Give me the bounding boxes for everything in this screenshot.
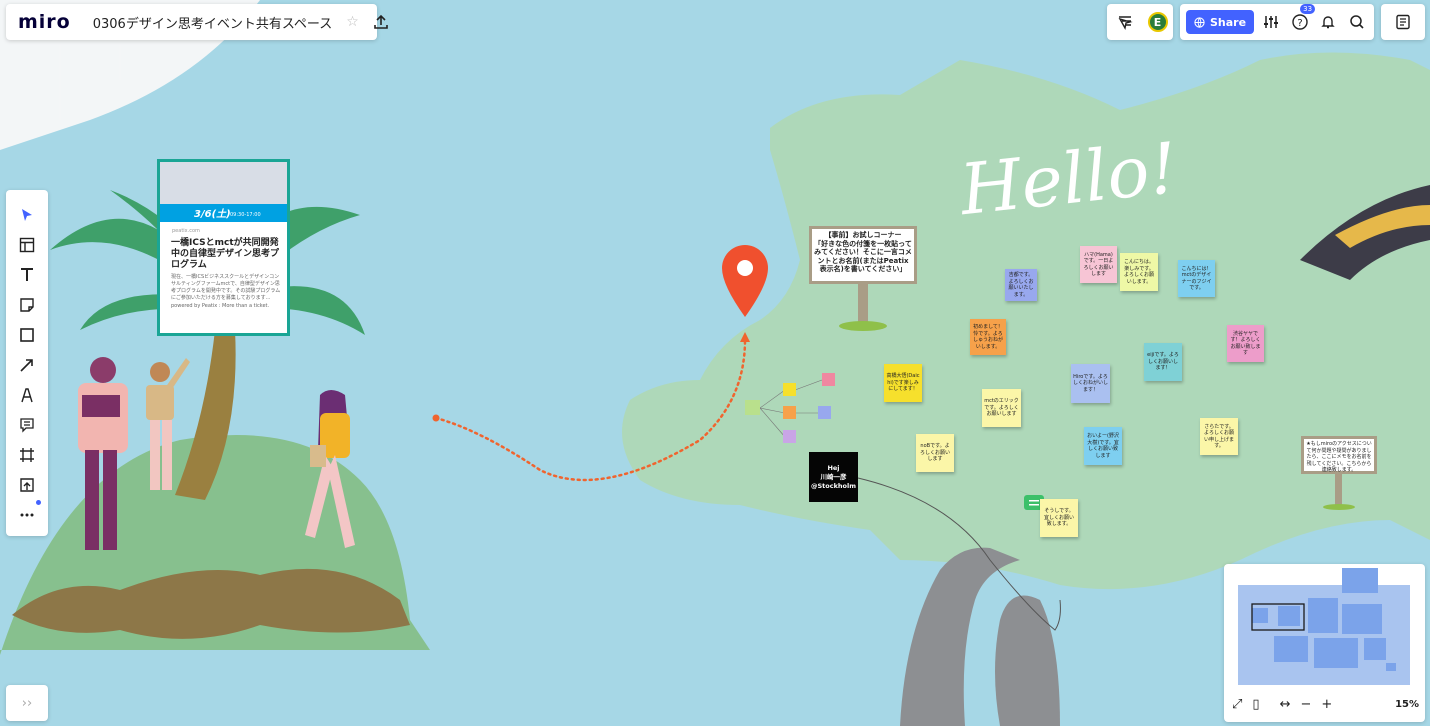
miro-logo[interactable]: miro [6, 11, 83, 33]
sticky-note[interactable]: そうしです。宜しくお願い致します。 [1040, 499, 1078, 537]
zoom-level[interactable]: 15% [1395, 699, 1419, 710]
board-canvas[interactable] [0, 0, 1430, 726]
signboard-right[interactable]: ★もしmiroのアクセスについて何か問題や疑問がありましたら、ここにメモをお名前… [1301, 436, 1377, 474]
sliders-icon [1264, 16, 1279, 28]
star-icon[interactable]: ☆ [340, 14, 365, 30]
link-powered-by: powered by Peatix : More than a ticket. [171, 303, 270, 309]
select-tool[interactable] [12, 200, 42, 230]
minimap-view [1238, 568, 1410, 685]
frame-icon [20, 448, 34, 462]
board-title[interactable]: 0306デザイン思考イベント共有スペース [83, 13, 341, 32]
signboard-main[interactable]: 【事前】お試しコーナー 「好きな色の付箋を一枚貼ってみてください！そこに一言コメ… [809, 226, 917, 284]
more-icon [20, 513, 34, 517]
connector-tool[interactable] [12, 350, 42, 380]
sticky-note[interactable]: おいよー(野沢大樹)です。宜しくお願い致します [1084, 427, 1122, 465]
link-description: 現在、一橋ICSビジネススクールとデザインコンサルティングファームmctで、自律… [171, 274, 281, 301]
notes-icon [1396, 14, 1410, 30]
chevrons-right-icon: ›› [21, 695, 33, 711]
link-domain: peatix.com [172, 228, 200, 234]
map-pin [722, 245, 768, 317]
sticky-note[interactable]: Hiroです。よろしくおねがいします！ [1071, 364, 1110, 403]
zoom-in-icon[interactable]: + [1321, 697, 1332, 712]
frame-tool[interactable] [12, 440, 42, 470]
settings-button[interactable] [1260, 10, 1282, 34]
search-icon [1350, 15, 1364, 29]
notifications-button[interactable] [1317, 10, 1339, 34]
event-date: 3/6(土) [194, 209, 231, 220]
link-preview-image: 3/6(土) 09:30-17:00 [160, 162, 287, 222]
sticky-note-icon [20, 298, 34, 312]
user-avatar[interactable]: E [1147, 12, 1168, 32]
creation-toolbar [6, 190, 48, 536]
upload-tool[interactable] [12, 470, 42, 500]
sticky-note[interactable]: 高橋大悟(Daichi)です楽しみにしてます！ [884, 364, 922, 402]
comment-icon [20, 418, 34, 433]
text-icon [21, 268, 33, 281]
question-icon: ? [1292, 14, 1308, 30]
attention-button[interactable] [1113, 10, 1137, 34]
help-badge: 33 [1300, 4, 1316, 14]
zoom-controls: ⤢ ▯ ↔ − + 15% [1232, 694, 1419, 714]
fullscreen-icon[interactable]: ⤢ [1232, 697, 1242, 712]
comment-tool[interactable] [12, 410, 42, 440]
sticky-note[interactable]: 渋谷ヤヤです！よろしくお願い致します [1227, 325, 1264, 362]
zoom-out-icon[interactable]: − [1300, 697, 1311, 712]
expand-panel-button[interactable]: ›› [6, 685, 48, 721]
sticky-note[interactable]: eijiです。よろしくお願いします！ [1144, 343, 1182, 381]
sticky-note[interactable]: 初めまして！怜です。よろしゅうおねがいします。 [970, 319, 1006, 355]
square-icon [20, 328, 34, 342]
event-time: 09:30-17:00 [230, 212, 261, 218]
help-button[interactable]: ? 33 [1289, 4, 1316, 34]
search-button[interactable] [1346, 10, 1368, 34]
sticky-note[interactable]: こんにちは。楽しみです。よろしくお願いします。 [1120, 253, 1158, 291]
pen-icon [21, 388, 33, 403]
map-icon[interactable]: ▯ [1252, 697, 1259, 712]
board-list-button[interactable] [1381, 4, 1425, 40]
board-header: miro 0306デザイン思考イベント共有スペース ☆ [6, 4, 388, 40]
svg-text:?: ? [1297, 18, 1302, 29]
upload-icon [374, 14, 388, 29]
cursor-follow-icon [1118, 16, 1133, 30]
upload-icon [20, 478, 34, 492]
link-preview-card[interactable]: 3/6(土) 09:30-17:00 peatix.com 一橋ICSとmctが… [157, 159, 290, 336]
text-tool[interactable] [12, 260, 42, 290]
sticky-note[interactable]: さらたです。よろしくお願い申し上げます。 [1200, 418, 1238, 455]
sticky-note[interactable]: noBです。よろしくお願いします [916, 434, 954, 472]
bell-icon [1321, 16, 1335, 29]
pen-tool[interactable] [12, 380, 42, 410]
new-feature-dot [36, 500, 41, 505]
cursor-icon [22, 209, 32, 221]
stockholm-note[interactable]: Hej 川崎一彦 @Stockholm [809, 452, 858, 502]
fit-to-screen-icon[interactable]: ↔ [1280, 697, 1291, 712]
export-button[interactable] [373, 7, 389, 37]
collaboration-bar: E [1107, 4, 1173, 40]
board-actions: Share ? 33 [1180, 4, 1374, 40]
sticky-note[interactable]: mctのエリックです。よろしくお願いします [982, 389, 1021, 427]
share-label: Share [1210, 15, 1247, 29]
templates-tool[interactable] [12, 230, 42, 260]
share-button[interactable]: Share [1186, 10, 1255, 34]
road-shape-2 [995, 595, 1060, 726]
globe-icon [1194, 16, 1205, 28]
link-title: 一橋ICSとmctが共同開発中の自律型デザイン思考プログラム [171, 238, 280, 270]
sticky-note[interactable]: 吉都です。よろしくお願いいたします。 [1005, 269, 1037, 301]
arrow-icon [20, 359, 33, 372]
sticky-note[interactable]: ハマ(Hama)です。一日よろしくお願いします [1080, 246, 1117, 283]
template-icon [19, 237, 35, 253]
sticky-note-tool[interactable] [12, 290, 42, 320]
sticky-note[interactable]: こんちには！mctのデザイナーのフジイです。 [1178, 260, 1215, 297]
shape-tool[interactable] [12, 320, 42, 350]
minimap[interactable]: ⤢ ▯ ↔ − + 15% [1224, 564, 1425, 722]
